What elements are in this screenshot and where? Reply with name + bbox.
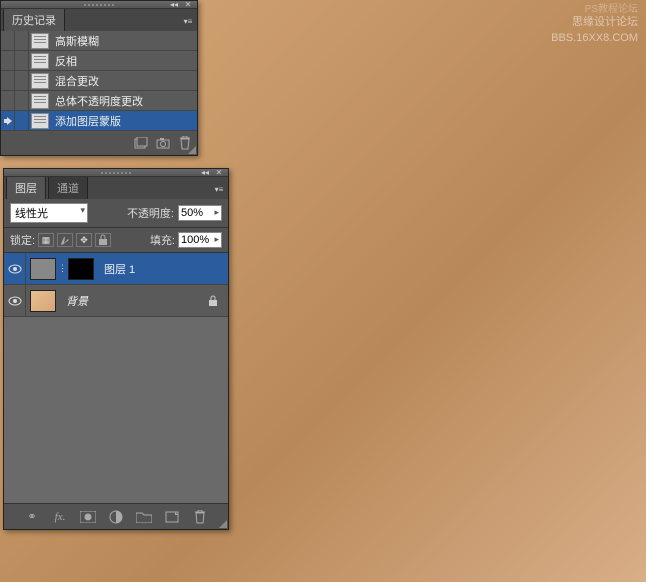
layers-panel: ◂◂ ✕ 图层 通道 ▾≡ 线性光 不透明度: 50% 锁定: ▦ ✥ 填充: … xyxy=(3,168,229,530)
history-label: 混合更改 xyxy=(51,73,197,89)
resize-grip[interactable] xyxy=(185,143,197,155)
panel-menu-icon[interactable]: ▾≡ xyxy=(210,181,228,199)
layer-thumbnail[interactable] xyxy=(30,290,56,312)
mask-link-icon[interactable]: ⋮ xyxy=(58,263,66,274)
history-item[interactable]: 添加图层蒙版 xyxy=(1,111,197,131)
watermark-corner: PS教程论坛 xyxy=(585,2,638,18)
history-step-icon xyxy=(31,113,49,129)
new-group-icon[interactable] xyxy=(135,509,153,525)
history-step-icon xyxy=(31,93,49,109)
opacity-input[interactable]: 50% xyxy=(178,205,222,221)
tab-layers[interactable]: 图层 xyxy=(6,176,46,199)
lock-position-icon[interactable]: ✥ xyxy=(76,233,92,247)
adjustment-layer-icon[interactable] xyxy=(107,509,125,525)
lock-pixels-icon[interactable] xyxy=(57,233,73,247)
add-mask-icon[interactable] xyxy=(79,509,97,525)
visibility-toggle[interactable] xyxy=(4,285,26,316)
eye-icon xyxy=(8,264,22,274)
new-snapshot-icon[interactable] xyxy=(155,136,171,150)
fx-icon[interactable]: fx. xyxy=(51,509,69,525)
layers-tabs: 图层 通道 ▾≡ xyxy=(4,177,228,199)
history-panel: ◂◂ ✕ 历史记录 ▾≡ 高斯模糊 反相 混合更改 总体不透明度更改 xyxy=(0,0,198,156)
visibility-toggle[interactable] xyxy=(4,253,26,284)
opacity-label: 不透明度: xyxy=(127,205,174,221)
tab-channels[interactable]: 通道 xyxy=(48,176,88,199)
link-layers-icon[interactable]: ⚭ xyxy=(23,509,41,525)
layers-lock-row: 锁定: ▦ ✥ 填充: 100% xyxy=(4,228,228,253)
lock-all-icon[interactable] xyxy=(95,233,111,247)
history-step-icon xyxy=(31,53,49,69)
fill-input[interactable]: 100% xyxy=(178,232,222,248)
layer-list: ⋮ 图层 1 背景 xyxy=(4,253,228,503)
layer-item[interactable]: ⋮ 图层 1 xyxy=(4,253,228,285)
mask-thumbnail[interactable] xyxy=(68,258,94,280)
history-item[interactable]: 总体不透明度更改 xyxy=(1,91,197,111)
history-item[interactable]: 反相 xyxy=(1,51,197,71)
history-label: 总体不透明度更改 xyxy=(51,93,197,109)
lock-transparency-icon[interactable]: ▦ xyxy=(38,233,54,247)
layers-blend-row: 线性光 不透明度: 50% xyxy=(4,199,228,228)
collapse-icon[interactable]: ◂◂ xyxy=(167,1,181,9)
panel-menu-icon[interactable]: ▾≡ xyxy=(179,13,197,31)
lock-indicator-icon xyxy=(208,295,228,307)
history-label: 高斯模糊 xyxy=(51,33,197,49)
new-document-from-state-icon[interactable] xyxy=(133,136,149,150)
collapse-icon[interactable]: ◂◂ xyxy=(198,169,212,177)
close-icon[interactable]: ✕ xyxy=(212,169,226,177)
history-label: 反相 xyxy=(51,53,197,69)
resize-grip[interactable] xyxy=(216,517,228,529)
history-source-marker[interactable] xyxy=(1,111,15,130)
history-step-icon xyxy=(31,73,49,89)
layer-thumbnail[interactable] xyxy=(30,258,56,280)
close-icon[interactable]: ✕ xyxy=(181,1,195,9)
tab-history[interactable]: 历史记录 xyxy=(3,8,65,31)
history-step-icon xyxy=(31,33,49,49)
layers-panel-grip[interactable]: ◂◂ ✕ xyxy=(4,169,228,177)
new-layer-icon[interactable] xyxy=(163,509,181,525)
layer-name[interactable]: 背景 xyxy=(60,293,208,309)
watermark-line2: BBS.16XX8.COM xyxy=(551,30,638,46)
layer-name[interactable]: 图层 1 xyxy=(98,261,228,277)
eye-icon xyxy=(8,296,22,306)
layers-footer: ⚭ fx. xyxy=(4,503,228,529)
fill-label: 填充: xyxy=(150,232,175,248)
trash-icon[interactable] xyxy=(191,509,209,525)
history-item[interactable]: 高斯模糊 xyxy=(1,31,197,51)
history-tabs: 历史记录 ▾≡ xyxy=(1,9,197,31)
blend-mode-dropdown[interactable]: 线性光 xyxy=(10,203,88,223)
history-panel-grip[interactable]: ◂◂ ✕ xyxy=(1,1,197,9)
history-footer xyxy=(1,131,197,155)
layer-item[interactable]: 背景 xyxy=(4,285,228,317)
history-list: 高斯模糊 反相 混合更改 总体不透明度更改 添加图层蒙版 xyxy=(1,31,197,131)
history-label: 添加图层蒙版 xyxy=(51,113,197,129)
lock-label: 锁定: xyxy=(10,232,35,248)
history-item[interactable]: 混合更改 xyxy=(1,71,197,91)
